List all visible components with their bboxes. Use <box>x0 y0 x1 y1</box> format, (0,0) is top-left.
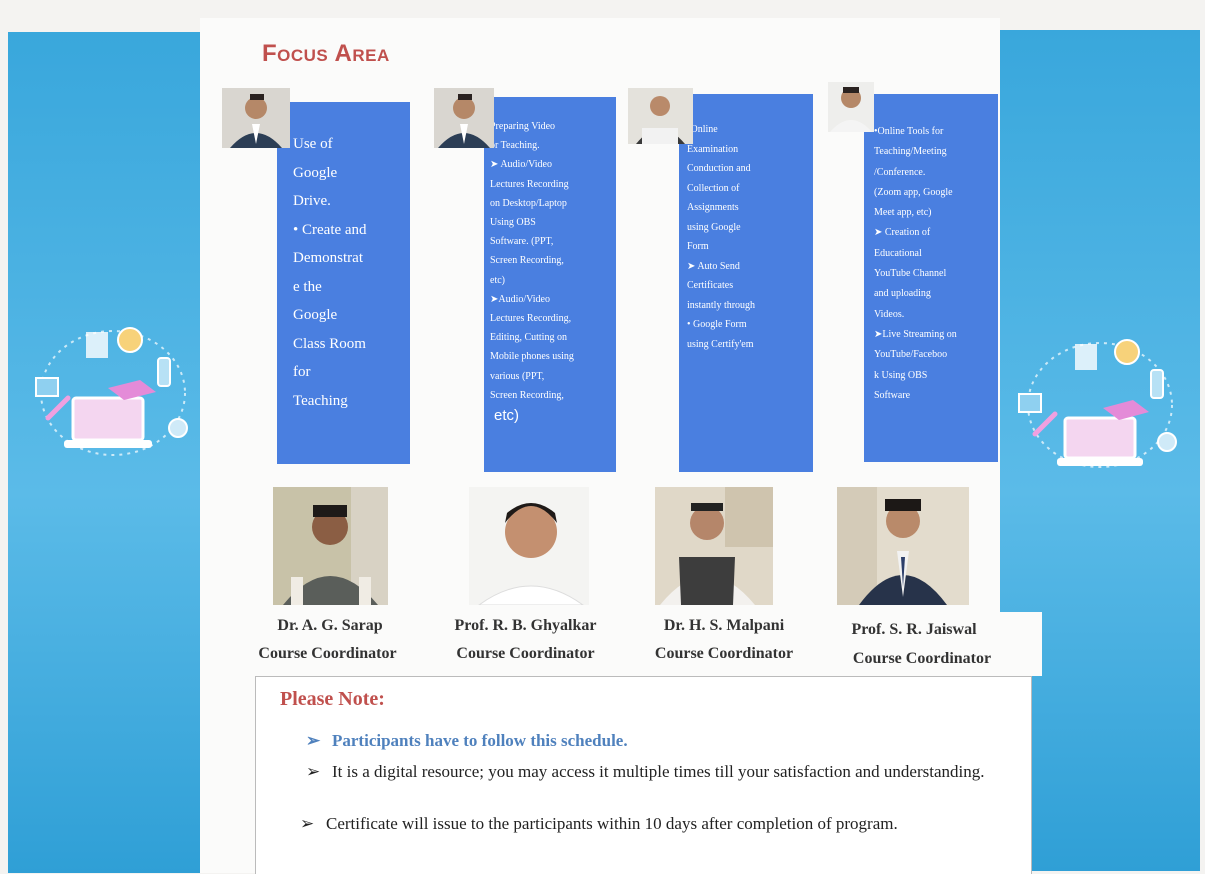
focus-card-2: Preparing Video or Teaching. ➤ Audio/Vid… <box>484 97 616 472</box>
coordinator-photo-3 <box>655 487 773 605</box>
coordinator-photo-1 <box>273 487 388 605</box>
focus-card-3: •Online Examination Conduction and Colle… <box>679 94 813 472</box>
education-illustration-left-icon <box>35 327 188 456</box>
coordinator-name-3: Dr. H. S. Malpani <box>663 617 785 634</box>
education-illustration-right-icon <box>1018 339 1177 468</box>
focus-card-text-end: etc) <box>494 407 520 424</box>
note-item-3: ➢ Certificate will issue to the participa… <box>300 814 898 833</box>
coordinator-role-4: Course Coordinator <box>852 650 992 667</box>
coordinator-name-1: Dr. A. G. Sarap <box>277 617 383 634</box>
focus-card-4: •Online Tools for Teaching/Meeting /Conf… <box>864 94 998 462</box>
coordinator-role-2: Course Coordinator <box>456 645 595 662</box>
thumbnail-photo-2 <box>434 88 494 148</box>
note-title: Please Note: <box>280 688 385 710</box>
focus-card-text: •Online Tools for Teaching/Meeting /Conf… <box>874 126 957 401</box>
note-item-1: ➢ Participants have to follow this schedu… <box>306 731 628 750</box>
note-item-2: ➢ It is a digital resource; you may acces… <box>306 759 996 785</box>
coordinator-name-4: Prof. S. R. Jaiswal <box>851 621 977 638</box>
coordinator-photo-4 <box>837 487 969 605</box>
coordinator-photo-2 <box>469 487 589 605</box>
focus-card-text: •Online Examination Conduction and Colle… <box>687 124 756 350</box>
coordinator-role-3: Course Coordinator <box>654 645 794 662</box>
coordinator-role-1: Course Coordinator <box>258 645 397 662</box>
thumbnail-photo-3 <box>628 88 693 144</box>
coordinator-name-2: Prof. R. B. Ghyalkar <box>454 617 597 634</box>
focus-card-text: Preparing Video or Teaching. ➤ Audio/Vid… <box>490 121 574 401</box>
focus-card-1: Use of Google Drive. • Create and Demons… <box>277 102 410 464</box>
thumbnail-photo-4 <box>828 82 874 132</box>
page-title: Focus Area <box>262 40 390 67</box>
thumbnail-photo-1 <box>222 88 290 148</box>
focus-card-text: Use of Google Drive. • Create and Demons… <box>293 136 367 409</box>
arrow-bullet-icon: ➢ <box>306 731 321 750</box>
arrow-bullet-icon: ➢ <box>306 762 321 781</box>
arrow-bullet-icon: ➢ <box>300 814 315 833</box>
